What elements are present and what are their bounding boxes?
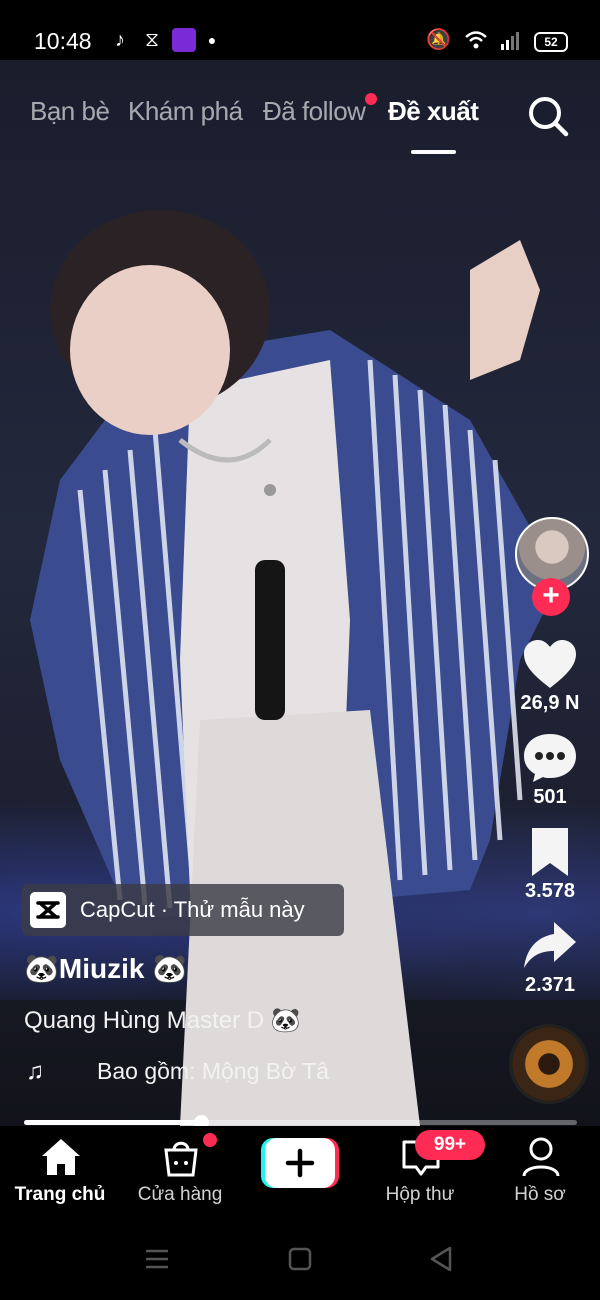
author-name[interactable]: 🐼Miuzik 🐼 bbox=[24, 952, 187, 985]
tab-for-you[interactable]: Đề xuất bbox=[388, 96, 479, 127]
bottom-navigation: Trang chủ Cửa hàng Hộp thư Hồ sơ bbox=[0, 1126, 600, 1224]
system-navigation-bar bbox=[0, 1224, 600, 1300]
tiktok-screen: 10:48 ♪ ⧖ ● 🔕 52 Bạn bè Khám phá Đã foll… bbox=[0, 0, 600, 1300]
video-progress-bar[interactable] bbox=[24, 1115, 577, 1130]
heart-icon[interactable] bbox=[522, 638, 578, 690]
nav-inbox-label: Hộp thư bbox=[385, 1184, 455, 1205]
like-count: 26,9 N bbox=[520, 692, 580, 714]
active-tab-indicator bbox=[411, 150, 456, 154]
inbox-badge: 99+ bbox=[415, 1130, 485, 1160]
dot-icon: ● bbox=[207, 32, 217, 48]
nav-home-label: Trang chủ bbox=[14, 1184, 106, 1205]
nav-shop[interactable]: Cửa hàng bbox=[120, 1126, 240, 1224]
profile-icon bbox=[522, 1137, 560, 1177]
nav-profile[interactable]: Hồ sơ bbox=[480, 1126, 600, 1224]
save-count: 3.578 bbox=[524, 880, 576, 902]
shopping-bag-icon bbox=[164, 1141, 198, 1177]
music-disc[interactable] bbox=[509, 1024, 589, 1104]
wifi-icon bbox=[465, 31, 487, 49]
tiktok-icon: ♪ bbox=[115, 29, 125, 51]
feed-tabs: Bạn bè Khám phá Đã follow Đề xuất bbox=[0, 96, 600, 146]
following-notification-dot bbox=[365, 93, 377, 105]
recents-icon[interactable] bbox=[144, 1246, 170, 1272]
follow-plus-icon[interactable]: + bbox=[532, 578, 570, 616]
share-icon[interactable] bbox=[522, 920, 578, 972]
nav-profile-label: Hồ sơ bbox=[514, 1184, 566, 1205]
comment-count: 501 bbox=[533, 786, 567, 808]
capcut-label: CapCut · Thử mẫu này bbox=[80, 897, 305, 922]
nav-home[interactable]: Trang chủ bbox=[0, 1126, 120, 1224]
bookmark-icon[interactable] bbox=[522, 826, 578, 878]
back-icon[interactable] bbox=[428, 1246, 454, 1272]
home-system-icon[interactable] bbox=[287, 1246, 313, 1272]
tab-friends[interactable]: Bạn bè bbox=[30, 96, 110, 127]
progress-fill bbox=[24, 1120, 201, 1125]
mute-icon: 🔕 bbox=[426, 29, 451, 51]
capcut-icon: ⧖ bbox=[144, 29, 160, 51]
create-button[interactable] bbox=[261, 1138, 339, 1188]
tab-following[interactable]: Đã follow bbox=[263, 96, 366, 127]
search-icon[interactable] bbox=[526, 94, 570, 138]
app-icon bbox=[172, 28, 196, 52]
shop-notification-dot bbox=[203, 1133, 217, 1147]
nav-shop-label: Cửa hàng bbox=[137, 1184, 223, 1205]
status-bar: 10:48 ♪ ⧖ ● 🔕 52 bbox=[0, 0, 600, 60]
tab-explore[interactable]: Khám phá bbox=[128, 96, 243, 127]
music-title[interactable]: Bao gồm: Mộng Bờ Tâ bbox=[97, 1058, 329, 1085]
capcut-logo-icon bbox=[30, 892, 66, 928]
battery-icon: 52 bbox=[534, 32, 568, 52]
signal-icon bbox=[501, 32, 519, 50]
video-description: Quang Hùng Master D 🐼 bbox=[24, 1007, 301, 1034]
music-note-icon: ♫ bbox=[26, 1058, 44, 1085]
status-time: 10:48 bbox=[34, 28, 92, 54]
capcut-template-chip[interactable]: CapCut · Thử mẫu này bbox=[22, 884, 344, 936]
share-count: 2.371 bbox=[524, 974, 576, 996]
home-icon bbox=[42, 1139, 80, 1175]
comment-icon[interactable] bbox=[522, 732, 578, 784]
